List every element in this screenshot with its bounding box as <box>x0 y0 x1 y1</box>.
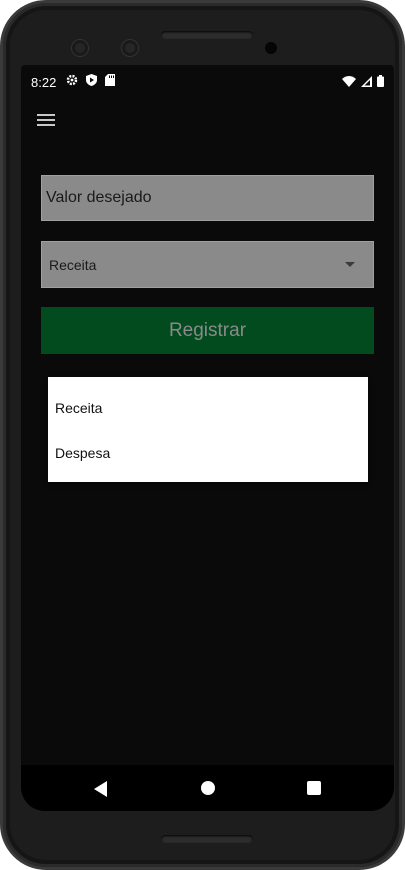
valor-desejado-input[interactable]: Valor desejado <box>41 175 374 221</box>
proximity-sensor <box>265 42 277 54</box>
dropdown-option-despesa[interactable]: Despesa <box>48 430 368 475</box>
earpiece-speaker <box>161 31 253 39</box>
front-camera <box>72 40 88 56</box>
sd-card-icon <box>105 74 115 89</box>
system-nav-bar <box>21 765 394 811</box>
tipo-select[interactable]: Receita <box>41 241 374 288</box>
cell-signal-icon <box>361 75 372 90</box>
phone-frame: 8:22 Valor desejado Receita Registrar Re… <box>0 0 405 870</box>
front-camera-secondary <box>122 40 138 56</box>
recents-icon[interactable] <box>307 781 321 795</box>
back-icon[interactable] <box>94 781 107 797</box>
wifi-icon <box>342 75 356 90</box>
play-protect-icon <box>86 74 97 89</box>
dropdown-option-receita[interactable]: Receita <box>48 385 368 430</box>
battery-icon <box>377 75 384 90</box>
status-bar: 8:22 <box>21 65 394 99</box>
tipo-dropdown-menu: Receita Despesa <box>48 377 368 482</box>
status-time: 8:22 <box>31 75 57 90</box>
home-icon[interactable] <box>201 781 215 795</box>
dropdown-arrow-icon <box>345 262 355 267</box>
hamburger-menu-icon[interactable] <box>37 111 59 129</box>
gear-icon <box>66 74 78 89</box>
status-icons-left <box>66 74 115 89</box>
tipo-select-value: Receita <box>49 256 97 273</box>
status-icons-right <box>342 75 384 90</box>
bottom-speaker <box>161 835 253 843</box>
app-screen: 8:22 Valor desejado Receita Registrar Re… <box>21 65 394 811</box>
registrar-button[interactable]: Registrar <box>41 307 374 354</box>
